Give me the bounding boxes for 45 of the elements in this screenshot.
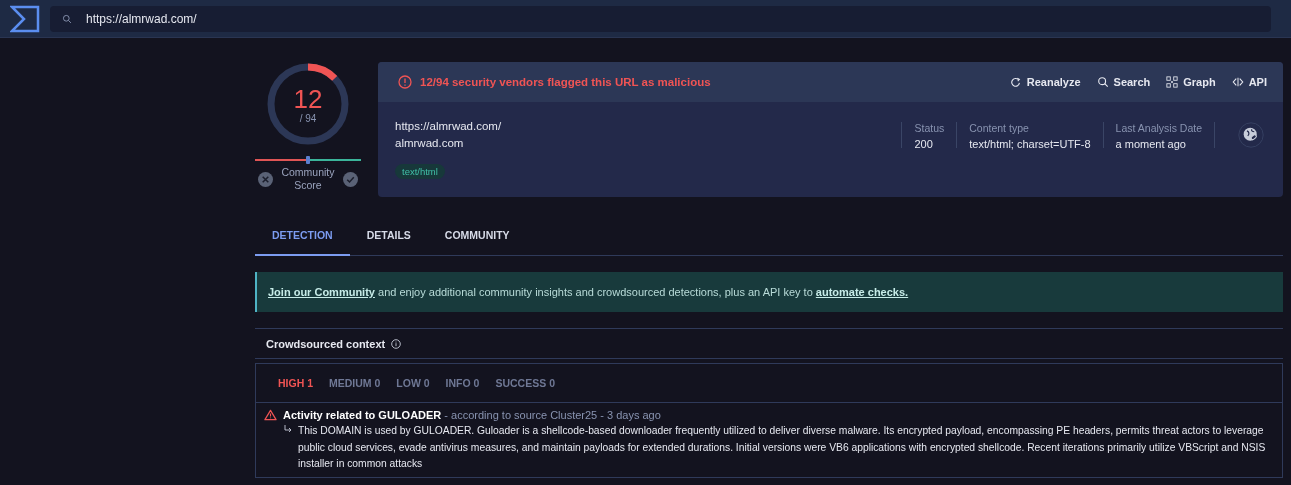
search-icon <box>62 13 72 24</box>
banner-text: Join our Community and enjoy additional community insights and crowdsourced detections, plus an API key to automate checks. <box>268 286 909 298</box>
link[interactable]: automate checks. <box>815 286 909 298</box>
field-value: text/html; charset=UTF-8 <box>969 138 1091 150</box>
reanalyze-button[interactable]: Reanalyze <box>1009 76 1081 88</box>
info-icon[interactable] <box>391 338 402 349</box>
severity-filter[interactable]: INFO 0 <box>445 377 480 389</box>
community-score-label: Community Score <box>280 166 336 192</box>
content-tag[interactable]: text/html <box>395 164 445 179</box>
field-label: Content type <box>969 122 1030 134</box>
search-field[interactable]: https://almrwad.com/ <box>50 5 1271 32</box>
field-label: Status <box>914 122 945 134</box>
alert-text: 12/94 security vendors flagged this URL as malicious <box>420 76 711 88</box>
logo-icon[interactable] <box>10 4 40 33</box>
link[interactable]: Join our Community <box>268 286 375 298</box>
subitem-arrow-icon <box>284 425 292 433</box>
tab[interactable]: COMMUNITY <box>427 215 527 256</box>
severity-filter[interactable]: LOW 0 <box>396 377 430 389</box>
field-label: Last Analysis Date <box>1115 122 1202 134</box>
graph-icon <box>1166 76 1179 88</box>
close-icon[interactable] <box>258 171 273 187</box>
search-button[interactable]: Search <box>1096 76 1151 88</box>
warning-icon <box>264 409 277 421</box>
field-value: 200 <box>914 138 934 150</box>
globe-link-icon <box>1235 122 1267 148</box>
url-text: https://almrwad.com/ <box>395 120 503 132</box>
severity-filter[interactable]: MEDIUM 0 <box>329 377 381 389</box>
field-value: a moment ago <box>1115 138 1187 150</box>
code-icon <box>1231 76 1244 88</box>
domain-text: almrwad.com <box>395 137 465 149</box>
graph-button[interactable]: Graph <box>1166 76 1216 88</box>
tab[interactable]: DETAILS <box>349 215 428 256</box>
context-description: This DOMAIN is used by GULOADER. Guloader is a shellcode-based downloader frequently utilized to deliver diverse malware. Its encrypted payload, encompassing PE headers, permits threat actors to leverage public cloud services, evade antivirus measures, and maintain payloads for extended durations. Initial versions were VB6 applications with encrypted shellcode. Recent iterations primarily utilize VBScript and NSIS installer in common attacks <box>298 424 1267 471</box>
context-title: Activity related to GULOADER - according to source Cluster25 - 3 days ago <box>283 409 661 421</box>
alert-icon <box>398 75 412 89</box>
search-icon <box>1096 76 1109 88</box>
api-button[interactable]: API <box>1231 76 1267 88</box>
severity-filter[interactable]: SUCCESS 0 <box>495 377 555 389</box>
severity-filter[interactable]: HIGH 1 <box>278 377 313 389</box>
refresh-icon <box>1009 76 1022 88</box>
detection-total: / 94 <box>299 112 317 124</box>
section-title: Crowdsourced context <box>266 337 386 350</box>
detection-count: 12 <box>293 84 323 113</box>
check-icon[interactable] <box>343 171 358 187</box>
tab[interactable]: DETECTION <box>255 215 350 256</box>
